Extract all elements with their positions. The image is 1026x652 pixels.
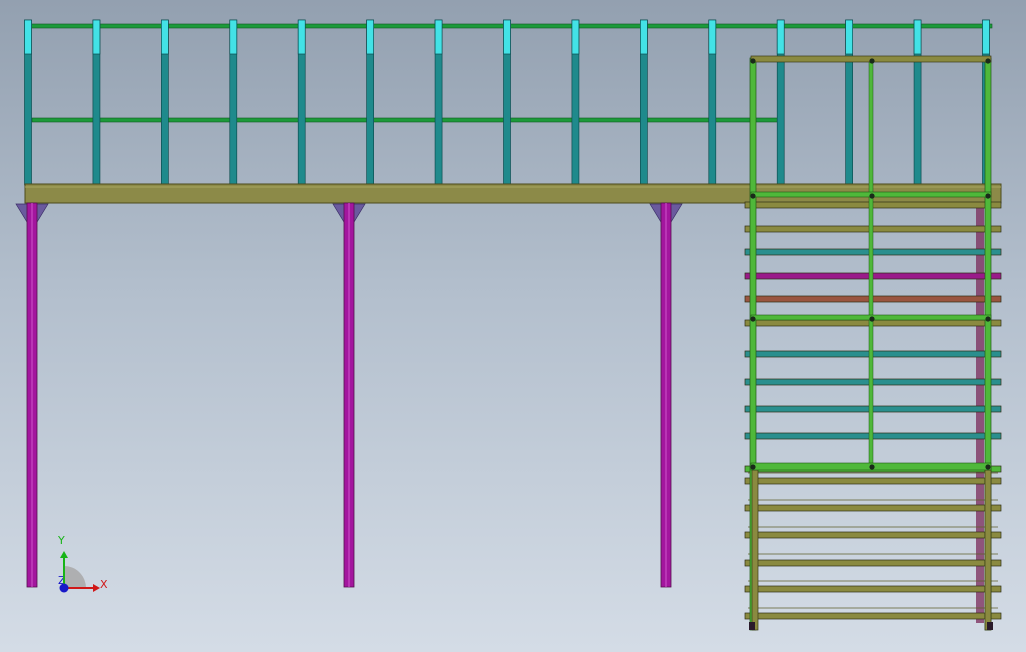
stair-tread [744, 531, 1002, 539]
stair-joint [869, 193, 875, 199]
model-canvas[interactable]: X Y Z [0, 0, 1026, 652]
axis-y-label: Y [57, 534, 65, 547]
stair-tread [744, 504, 1002, 512]
railing-post-cap [161, 19, 169, 55]
railing-post-cap [366, 19, 374, 55]
railing-post-cap [640, 19, 648, 55]
stair-joint [985, 464, 991, 470]
column-highlight [665, 203, 667, 587]
stair-joint [750, 58, 756, 64]
railing-post-cap [229, 19, 238, 55]
stair-lower-right-post [984, 469, 992, 631]
axis-x-arrow [93, 584, 100, 592]
axis-x-label: X [100, 578, 108, 591]
support-columns[interactable] [15, 202, 683, 588]
triad-arc [64, 566, 86, 588]
railing-post-cap [708, 19, 717, 55]
stair-foot [987, 622, 993, 630]
railing-post-cap [24, 19, 32, 55]
stair-joint [869, 58, 875, 64]
railing-post-cap [571, 19, 580, 55]
cad-viewport[interactable]: X Y Z [0, 0, 1026, 652]
railing-post-cap [845, 19, 853, 55]
railing-post-cap [92, 19, 101, 55]
stair-joint [750, 464, 756, 470]
axis-y-arrow [60, 551, 68, 558]
railing-post-cap [913, 19, 922, 55]
stair-tread [744, 585, 1002, 593]
stair-joint [750, 193, 756, 199]
stair-tread [744, 477, 1002, 485]
platform-railing[interactable] [24, 19, 993, 186]
stair-joint [869, 464, 875, 470]
stair-joint [985, 193, 991, 199]
stair-joint [985, 316, 991, 322]
column-highlight [31, 203, 33, 587]
stair-joint [985, 58, 991, 64]
railing-post-cap [297, 19, 306, 55]
railing-post-cap [982, 19, 990, 55]
axis-z-dot [59, 583, 69, 593]
railing-post-cap [776, 19, 785, 55]
railing-post-cap [434, 19, 443, 55]
stair-joint [750, 316, 756, 322]
stair-tread [744, 559, 1002, 567]
stair-lower-left-post [751, 469, 759, 631]
railing-post-cap [503, 19, 511, 55]
stair-center-post [868, 59, 874, 469]
coordinate-triad: X Y Z [57, 534, 108, 593]
stair-tread [744, 612, 1002, 620]
column-highlight [348, 203, 350, 587]
stair-joint [869, 316, 875, 322]
stair-foot [749, 622, 755, 630]
mid-rail [31, 117, 781, 123]
